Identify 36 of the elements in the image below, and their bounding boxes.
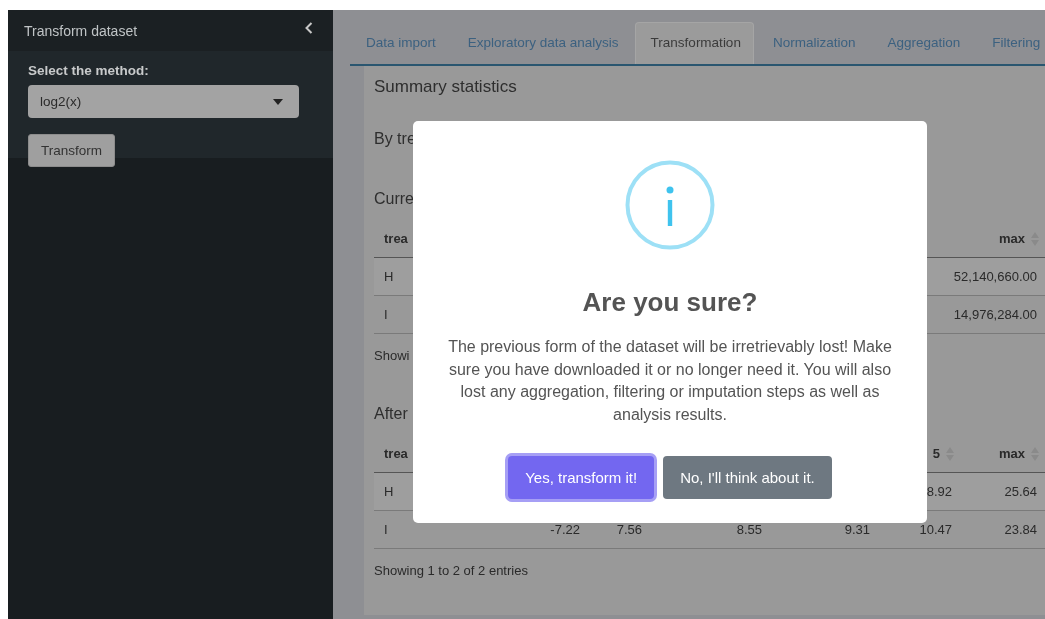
- field-label: Select the method:: [28, 63, 150, 78]
- table-cell: H: [384, 484, 394, 499]
- table-cell: 52,140,660.00: [953, 269, 1037, 284]
- confirm-button[interactable]: Yes, transform it!: [508, 456, 655, 499]
- column-header[interactable]: 5: [932, 446, 940, 461]
- transform-button[interactable]: Transform: [28, 134, 115, 167]
- method-select[interactable]: log2(x): [28, 85, 299, 118]
- caret-icon: [273, 98, 283, 105]
- column-header[interactable]: trea: [384, 446, 408, 461]
- tab[interactable]: Transformation: [634, 22, 754, 64]
- table-cell: 8.92: [926, 484, 952, 499]
- section-heading: Curre: [374, 189, 412, 209]
- collapse-chevron-icon[interactable]: [305, 21, 313, 34]
- info-icon: [625, 160, 715, 250]
- table-cell: 25.64: [1004, 484, 1037, 499]
- table-cell: 10.47: [919, 522, 952, 537]
- dialog-message: The previous form of the dataset will be irretrievably lost! Make sure you have downloaded it or no longer need it. You will also lost any aggregation, filtering or imputation steps as well as analysis results.: [447, 337, 893, 425]
- dialog-title: Are you sure?: [582, 286, 758, 318]
- table-cell: H: [384, 269, 394, 284]
- column-header[interactable]: max: [998, 446, 1025, 461]
- section-heading: After: [374, 404, 409, 424]
- table-cell: -7.22: [550, 522, 580, 537]
- table-cell: 8.55: [736, 522, 762, 537]
- sidebar-title: Transform dataset: [24, 22, 138, 39]
- column-header[interactable]: trea: [384, 231, 408, 246]
- table-cell: I: [384, 522, 388, 537]
- table-cell: 14,976,284.00: [953, 307, 1037, 322]
- table-info: Showing 1 to 2 of 2 entries: [374, 562, 529, 580]
- table-cell: 23.84: [1004, 522, 1037, 537]
- table-cell: 7.56: [616, 522, 642, 537]
- table-info: Showi: [374, 347, 411, 365]
- cancel-button[interactable]: No, I'll think about it.: [663, 456, 832, 499]
- table-cell: I: [384, 307, 388, 322]
- column-header[interactable]: max: [998, 231, 1025, 246]
- card-title: Summary statistics: [374, 76, 518, 98]
- table-cell: 9.31: [844, 522, 870, 537]
